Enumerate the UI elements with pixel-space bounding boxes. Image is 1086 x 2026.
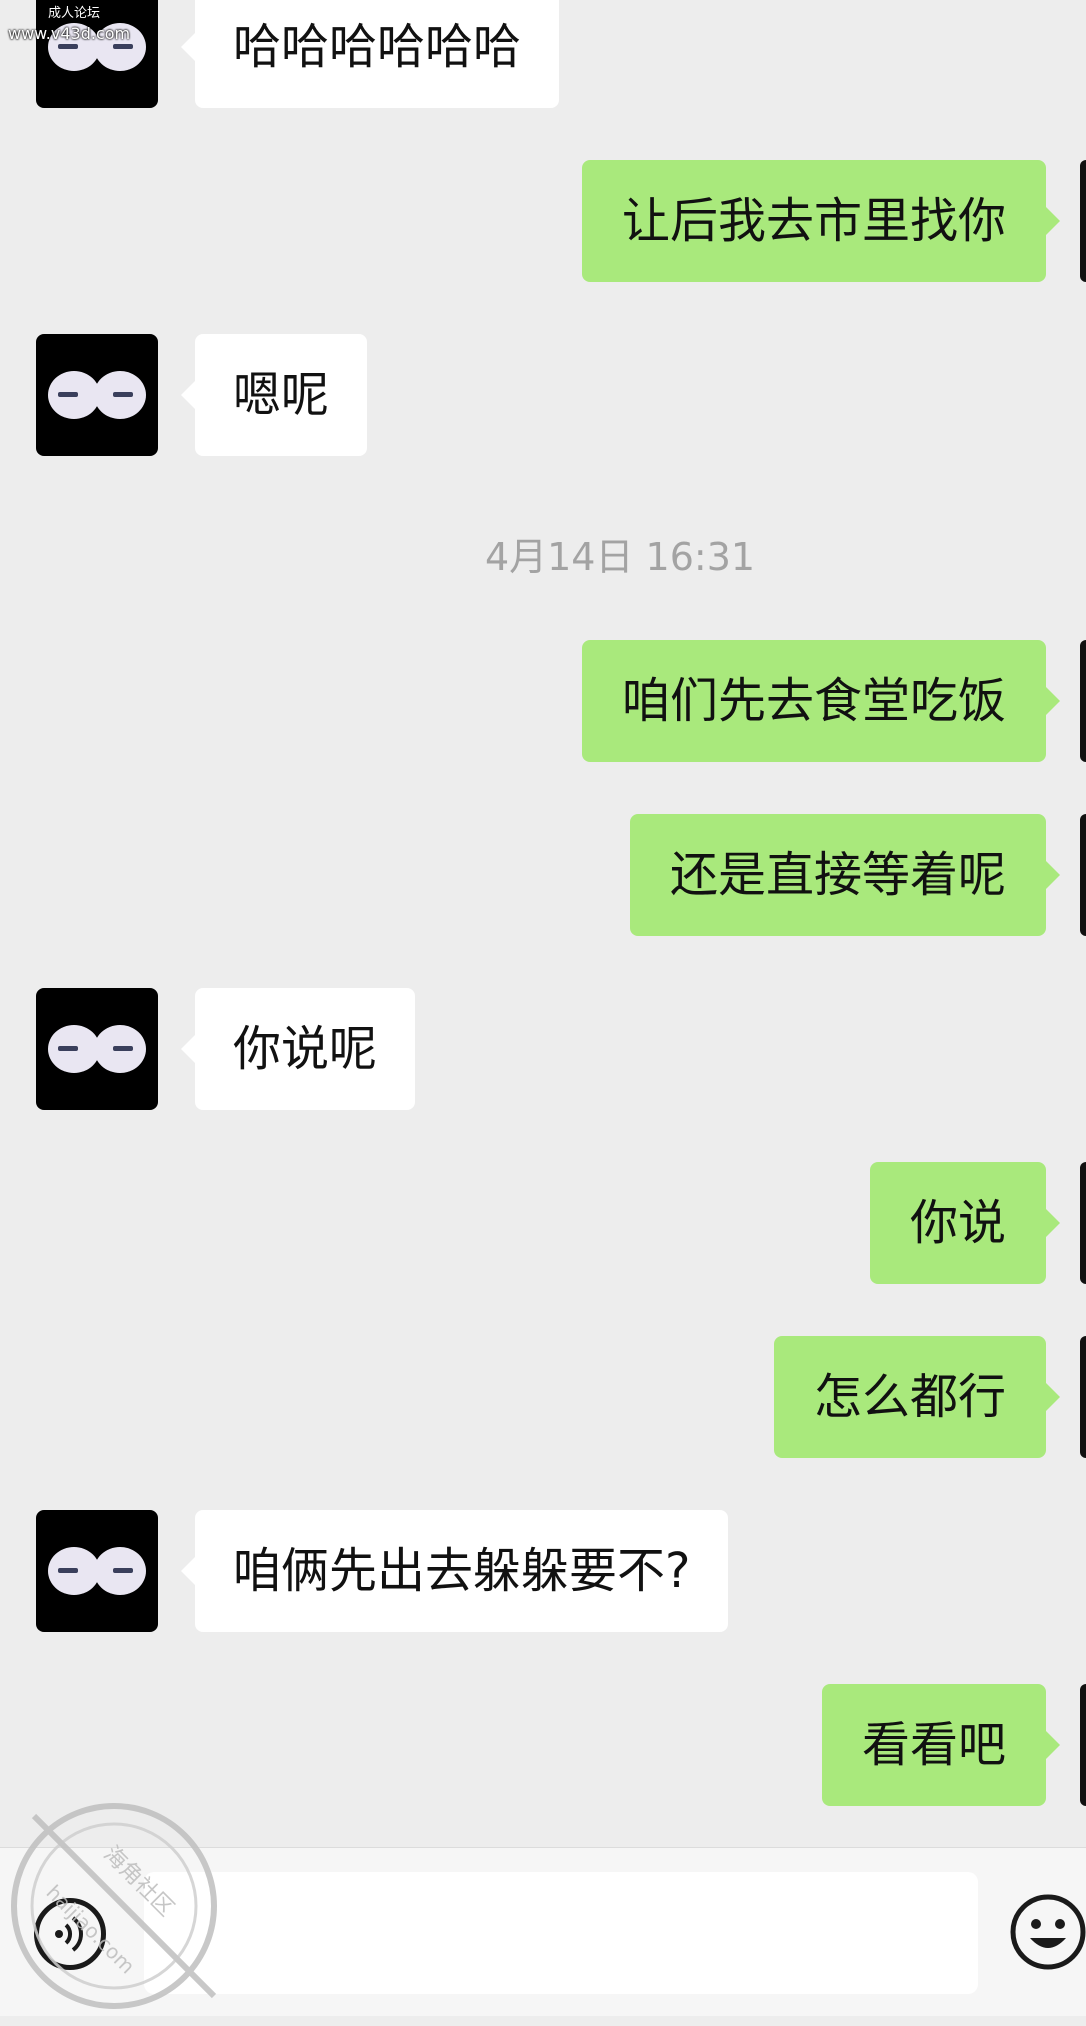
- message-bubble[interactable]: 哈哈哈哈哈哈: [180, 0, 560, 108]
- watermark-line-2: www.v43d.com: [8, 24, 131, 43]
- message-row: 怎么都行: [486, 1336, 1086, 1458]
- message-input[interactable]: [144, 1872, 978, 1994]
- avatar-eyes-icon: [48, 371, 146, 419]
- watermark-line-1: 成人论坛: [48, 6, 101, 21]
- self-avatar[interactable]: [1080, 1684, 1086, 1806]
- avatar[interactable]: [36, 1510, 158, 1632]
- message-row: 还是直接等着呢: [486, 814, 1086, 936]
- message-bubble[interactable]: 嗯呢: [180, 334, 368, 456]
- message-bubble[interactable]: 还是直接等着呢: [629, 814, 1061, 936]
- timestamp: 4月14日 16:31: [484, 535, 756, 579]
- avatar-eyes-icon: [48, 1547, 146, 1595]
- avatar[interactable]: [36, 988, 158, 1110]
- self-avatar[interactable]: [1080, 1336, 1086, 1458]
- message-bubble[interactable]: 让后我去市里找你: [581, 160, 1061, 282]
- emoji-icon[interactable]: [1008, 1892, 1086, 1972]
- message-row: 咱们先去食堂吃饭: [486, 640, 1086, 762]
- voice-wave-icon: [55, 1916, 83, 1952]
- self-avatar[interactable]: [1080, 160, 1086, 282]
- message-bubble[interactable]: 咱俩先出去躲躲要不?: [180, 1510, 729, 1632]
- input-bar: [0, 1847, 1086, 2016]
- avatar-eyes-icon: [48, 1025, 146, 1073]
- message-bubble[interactable]: 你说: [869, 1162, 1061, 1284]
- self-avatar[interactable]: [1080, 814, 1086, 936]
- avatar[interactable]: [36, 334, 158, 456]
- watermark: 成人论坛 www.v43d.com: [8, 4, 130, 44]
- message-row: 让后我去市里找你: [486, 160, 1086, 282]
- self-avatar[interactable]: [1080, 640, 1086, 762]
- voice-icon[interactable]: [34, 1898, 106, 1970]
- message-row: 你说: [486, 1162, 1086, 1284]
- message-bubble[interactable]: 看看吧: [821, 1684, 1061, 1806]
- message-bubble[interactable]: 咱们先去食堂吃饭: [581, 640, 1061, 762]
- message-bubble[interactable]: 你说呢: [180, 988, 416, 1110]
- message-row: 看看吧: [486, 1684, 1086, 1806]
- self-avatar[interactable]: [1080, 1162, 1086, 1284]
- message-bubble[interactable]: 怎么都行: [773, 1336, 1061, 1458]
